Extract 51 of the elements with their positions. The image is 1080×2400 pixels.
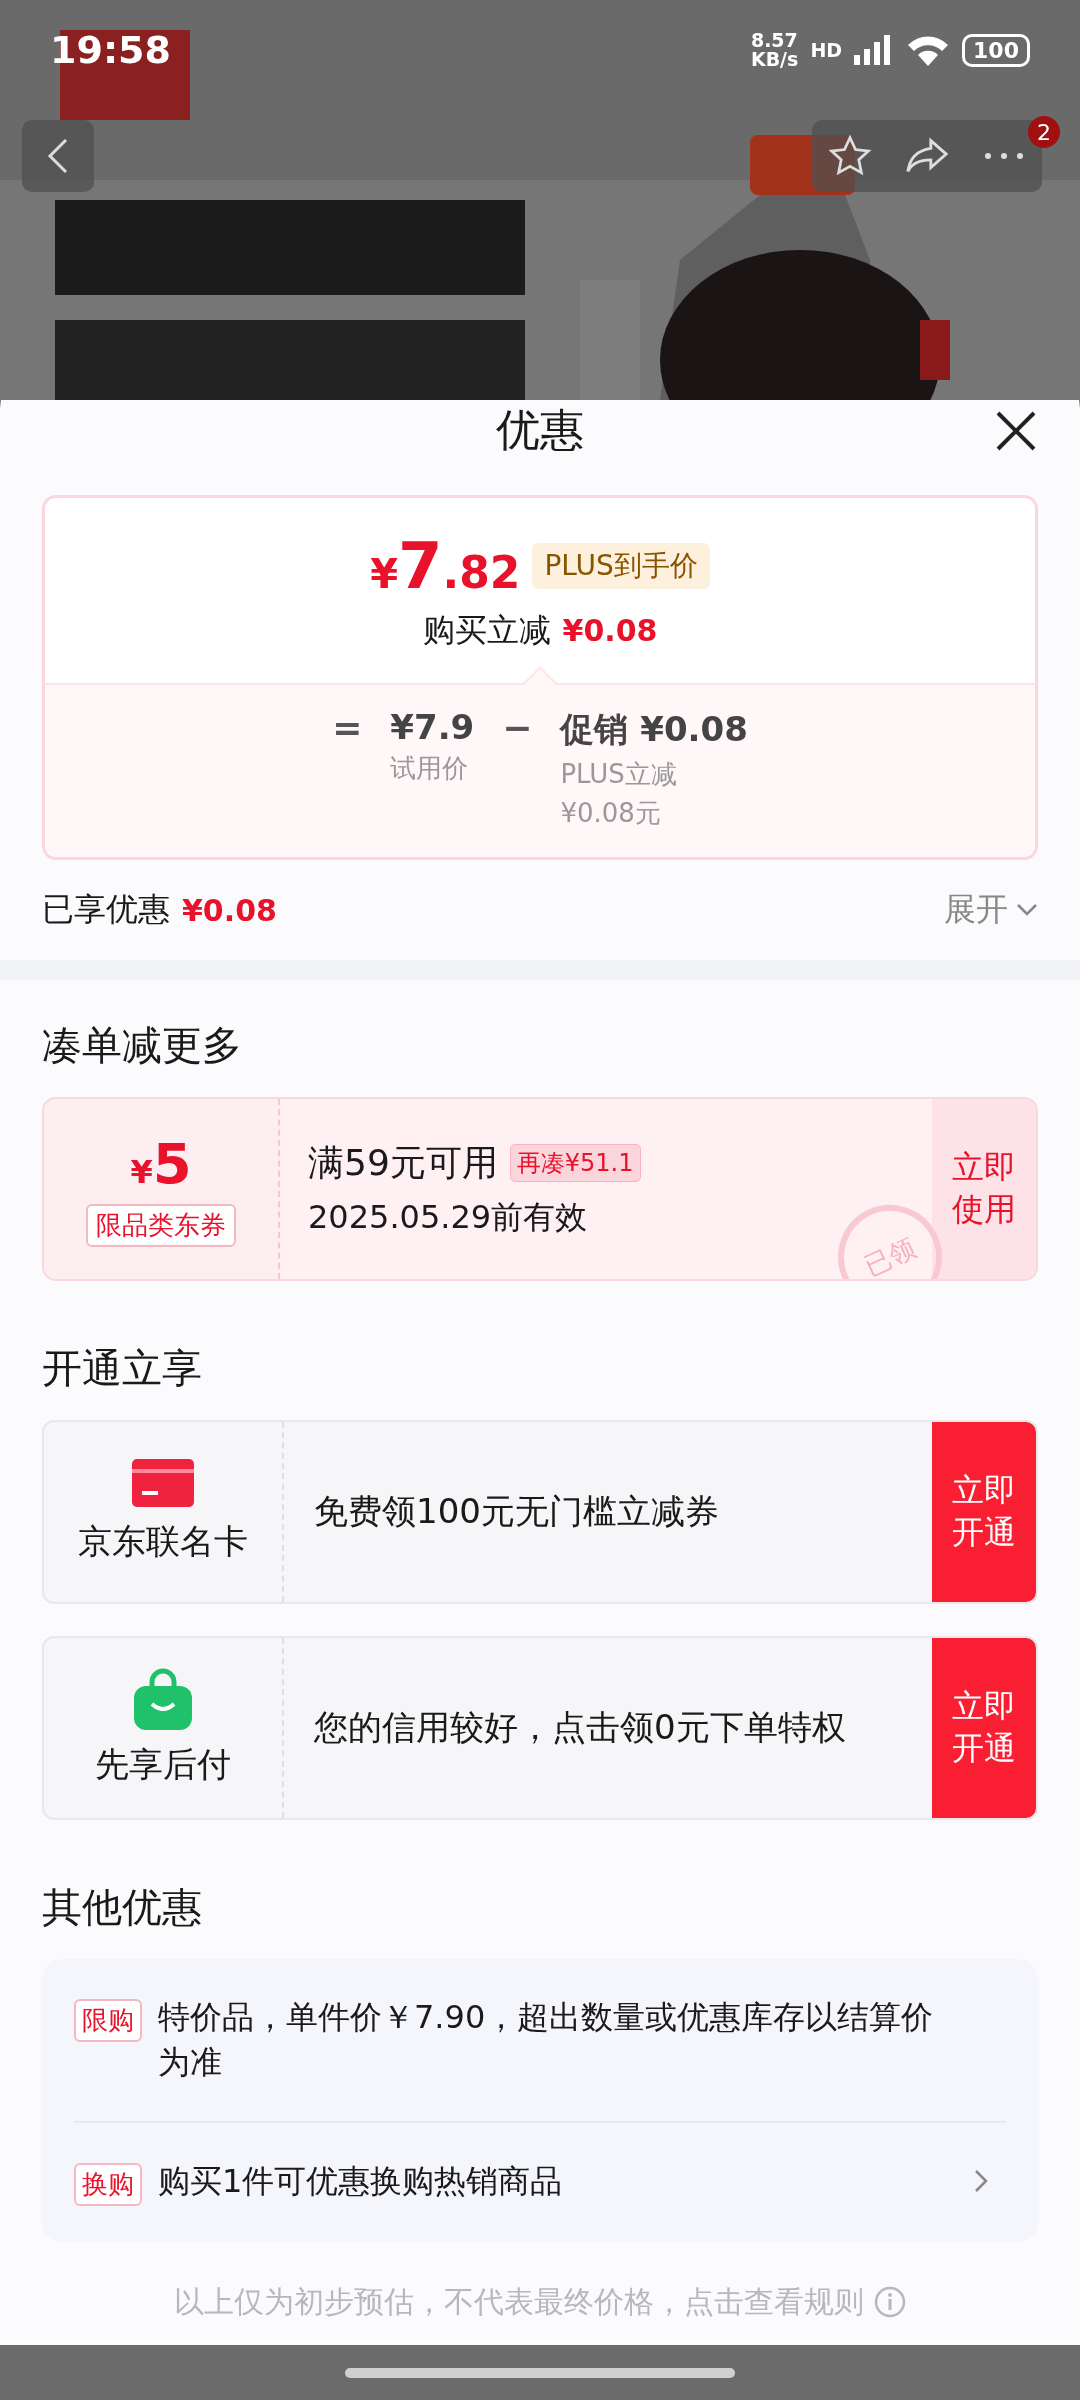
equals-sign: = — [332, 707, 363, 750]
disclaimer-text[interactable]: 以上仅为初步预估，不代表最终价格，点击查看规则 — [174, 2281, 864, 2323]
wifi-icon — [906, 34, 951, 66]
base-price: ¥7.9 — [390, 707, 475, 747]
activate-button[interactable]: 立即开通 — [932, 1638, 1036, 1818]
shopping-bag-icon — [132, 1668, 194, 1730]
section-title: 凑单减更多 — [41, 1021, 243, 1070]
instant-discount-label: 购买立减 — [422, 609, 551, 651]
remaining-amount-tag: 再凑¥51.1 — [509, 1144, 641, 1182]
enjoyed-discount-amount: ¥0.08 — [182, 892, 277, 928]
sheet-title: 优惠 — [496, 402, 584, 457]
promo-amount: 促销 ¥0.08 — [560, 708, 748, 751]
enjoyed-discount-label: 已享优惠 — [42, 889, 170, 930]
credit-card-icon — [132, 1459, 194, 1507]
offer-description: 您的信用较好，点击领0元下单特权 — [314, 1706, 846, 1749]
promo-detail: ¥0.08元 — [560, 797, 662, 830]
instant-discount-amount: ¥0.08 — [562, 613, 658, 648]
network-speed: 8.57 — [750, 31, 799, 50]
offer-tag: 换购 — [74, 2162, 142, 2206]
section-title: 开通立享 — [41, 1344, 203, 1393]
minus-sign: − — [502, 707, 533, 750]
star-icon — [828, 134, 873, 178]
coupon-validity: 2025.05.29前有效 — [308, 1196, 589, 1238]
plus-price-tag: PLUS到手价 — [532, 542, 710, 589]
more-icon — [983, 152, 1024, 160]
offer-name: 先享后付 — [95, 1743, 231, 1786]
activate-button[interactable]: 立即开通 — [932, 1422, 1036, 1602]
offer-name: 京东联名卡 — [78, 1520, 248, 1563]
base-price-label: 试用价 — [390, 752, 470, 785]
offer-text: 购买1件可优惠换购热销商品 — [158, 2160, 564, 2202]
back-button[interactable] — [22, 120, 94, 192]
network-speed-unit: KB/s — [750, 50, 799, 69]
offer-text: 特价品，单件价￥7.90，超出数量或优惠库存以结算价为准 — [158, 1997, 935, 2083]
coupon-type-tag: 限品类东券 — [86, 1204, 236, 1247]
section-title: 其他优惠 — [41, 1883, 203, 1932]
final-price: ¥7.82 — [370, 528, 521, 603]
coupon-amount: ¥5 — [130, 1131, 192, 1196]
info-icon[interactable] — [874, 2286, 906, 2319]
network-type: HD — [810, 39, 843, 61]
promo-detail: PLUS立减 — [560, 758, 678, 791]
use-coupon-button[interactable]: 立即使用 — [932, 1099, 1036, 1279]
home-indicator[interactable] — [345, 2367, 735, 2378]
expand-button[interactable]: 展开 — [944, 888, 1038, 932]
coupon-condition: 满59元可用 — [308, 1140, 498, 1185]
chevron-down-icon — [1016, 903, 1038, 917]
chevron-right-icon[interactable] — [974, 2168, 988, 2193]
offer-description: 免费领100元无门槛立减券 — [314, 1490, 719, 1533]
battery-level: 100 — [962, 33, 1030, 67]
offer-tag: 限购 — [74, 1999, 142, 2042]
back-icon — [46, 136, 70, 176]
status-time: 19:58 — [50, 28, 171, 72]
